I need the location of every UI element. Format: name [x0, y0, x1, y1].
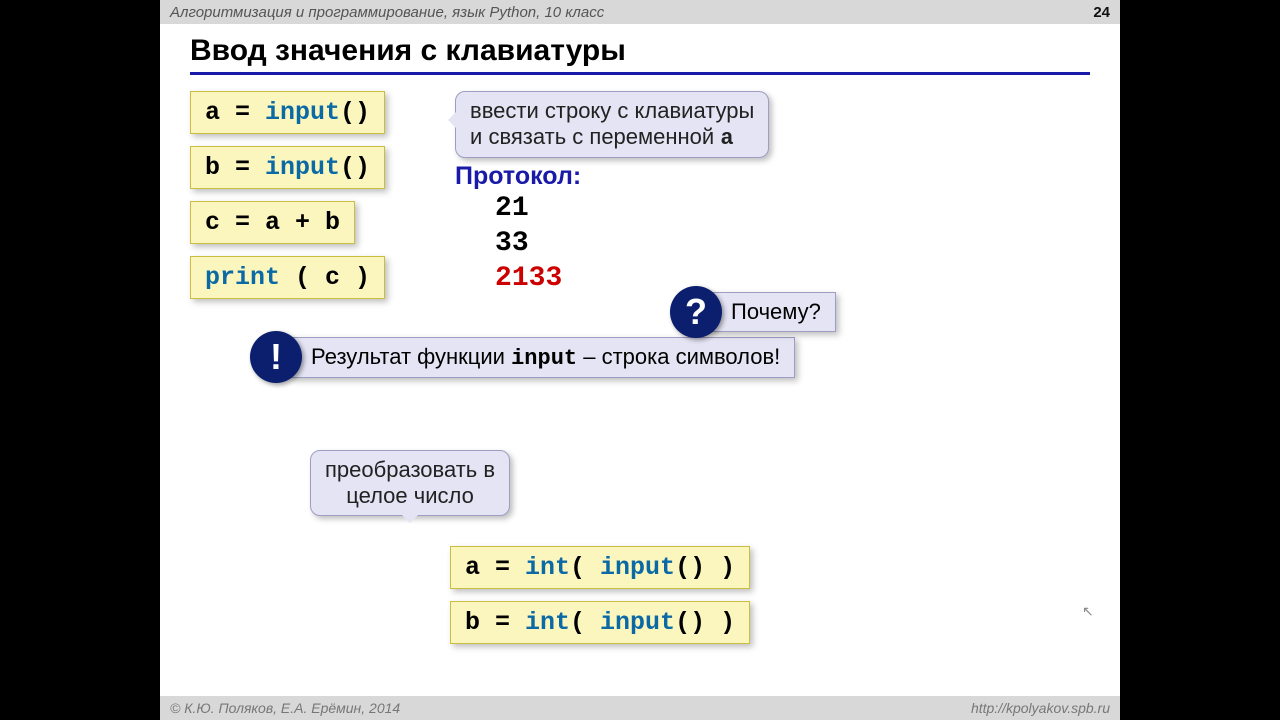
result-note: Результат функции input – строка символо… [290, 337, 795, 378]
exclamation-icon: ! [250, 331, 302, 383]
code-line-2: b = input() [190, 146, 385, 189]
mouse-cursor-icon: ↖ [1082, 603, 1094, 620]
code-line-6: b = int( input() ) [450, 601, 750, 644]
hint1-line2a: и связать с переменной [470, 124, 720, 149]
slide: Алгоритмизация и программирование, язык … [160, 0, 1120, 720]
protocol-v1: 21 [495, 191, 769, 226]
convert-bubble: преобразовать в целое число [310, 450, 510, 516]
question-icon: ? [670, 286, 722, 338]
why-text: Почему? [710, 292, 836, 332]
protocol-v2: 33 [495, 226, 769, 261]
slide-number: 24 [1093, 4, 1110, 21]
footer-left: © К.Ю. Поляков, Е.А. Ерёмин, 2014 [170, 700, 400, 716]
course-title: Алгоритмизация и программирование, язык … [170, 4, 604, 21]
hint1-line2b: a [720, 126, 733, 151]
top-bar: Алгоритмизация и программирование, язык … [160, 0, 1120, 24]
footer-right: http://kpolyakov.spb.ru [971, 700, 1110, 716]
converted-code-column: a = int( input() ) b = int( input() ) [450, 546, 750, 656]
hint-bubble-1: ввести строку с клавиатуры и связать с п… [455, 91, 769, 158]
protocol-output: 21 33 2133 [495, 191, 769, 296]
result-callout: ! Результат функции input – строка симво… [250, 331, 1090, 383]
slide-content: Ввод значения с клавиатуры a = input() b… [160, 24, 1120, 696]
hint1-line1: ввести строку с клавиатуры [470, 98, 754, 123]
convert-l2: целое число [346, 483, 474, 508]
protocol-label: Протокол: [455, 162, 769, 191]
code-line-1: a = input() [190, 91, 385, 134]
footer-bar: © К.Ю. Поляков, Е.А. Ерёмин, 2014 http:/… [160, 696, 1120, 720]
convert-l1: преобразовать в [325, 457, 495, 482]
why-callout: ? Почему? [670, 286, 836, 338]
code-line-3: c = a + b [190, 201, 355, 244]
code-line-4: print ( c ) [190, 256, 385, 299]
code-column: a = input() b = input() c = a + b print … [190, 91, 385, 311]
code-line-5: a = int( input() ) [450, 546, 750, 589]
right-column: ввести строку с клавиатуры и связать с п… [455, 91, 769, 296]
page-title: Ввод значения с клавиатуры [190, 34, 1090, 75]
